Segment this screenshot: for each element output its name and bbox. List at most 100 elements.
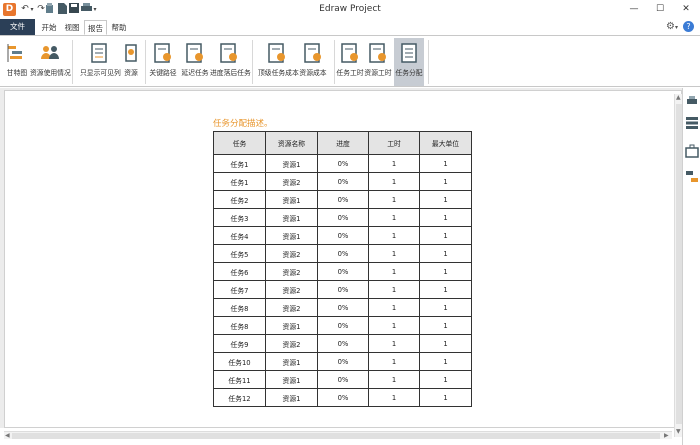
critical-path-icon [154, 43, 171, 63]
cell-task: 任务8 [213, 298, 266, 317]
table-row: 任务11 资源1 0% 1 1 [213, 370, 472, 389]
tab-help[interactable]: 帮助 [108, 20, 130, 35]
cell-max-units: 1 [419, 190, 472, 209]
cell-max-units: 1 [419, 352, 472, 371]
cell-work: 1 [368, 208, 420, 227]
cell-progress: 0% [317, 334, 369, 353]
cell-task: 任务11 [213, 370, 266, 389]
cell-progress: 0% [317, 244, 369, 263]
cell-work: 1 [368, 190, 420, 209]
cell-resource-name: 资源1 [265, 388, 318, 407]
save-icon[interactable] [68, 3, 80, 16]
cell-resource-name: 资源2 [265, 172, 318, 191]
table-row: 任务4 资源1 0% 1 1 [213, 226, 472, 245]
resource-button[interactable]: 资源 [120, 38, 142, 86]
cell-task: 任务12 [213, 388, 266, 407]
resource-hours-icon [369, 43, 386, 63]
scroll-right-icon[interactable]: ▶ [664, 432, 669, 440]
cell-work: 1 [368, 298, 420, 317]
title-bar: D ↶ ▾ ↷ ▾ Edraw Project — ☐ ✕ [0, 0, 700, 19]
settings-gear-icon[interactable]: ⚙▾ [666, 21, 678, 32]
top-task-cost-button[interactable]: 顶级任务成本 [258, 38, 299, 86]
table-row: 任务1 资源2 0% 1 1 [213, 172, 472, 191]
print-icon[interactable] [685, 94, 699, 108]
cell-task: 任务9 [213, 334, 266, 353]
task-hours-button[interactable]: 任务工时 [336, 38, 364, 86]
cell-progress: 0% [317, 190, 369, 209]
table-row: 任务6 资源2 0% 1 1 [213, 262, 472, 281]
resource-hours-button[interactable]: 资源工时 [364, 38, 392, 86]
ribbon-toolbar: 甘特图 资源使用情况 只显示可见列 资源 关键路径 延迟任务 进度落后任务 顶级… [0, 35, 700, 87]
table-row: 任务3 资源1 0% 1 1 [213, 208, 472, 227]
table-row: 任务7 资源2 0% 1 1 [213, 280, 472, 299]
column-header-progress: 进度 [317, 131, 369, 155]
tab-view[interactable]: 视图 [61, 20, 83, 35]
resource-usage-button[interactable]: 资源使用情况 [30, 38, 71, 86]
task-assignment-table: 任务 资源名称 进度 工时 最大单位 任务1 资源1 0% 1 1 任务1 资源2 0% 1 1 任… [213, 131, 472, 407]
resource-cost-button[interactable]: 资源成本 [299, 38, 327, 86]
cell-max-units: 1 [419, 370, 472, 389]
behind-schedule-icon [220, 43, 237, 63]
cell-resource-name: 资源1 [265, 352, 318, 371]
show-visible-columns-button[interactable]: 只显示可见列 [80, 38, 121, 86]
gantt-chart-button[interactable]: 甘特图 [4, 38, 30, 86]
scroll-down-icon[interactable]: ▼ [676, 428, 681, 436]
cell-progress: 0% [317, 226, 369, 245]
table-row: 任务8 资源1 0% 1 1 [213, 316, 472, 335]
tab-report[interactable]: 报告 [84, 20, 107, 35]
cell-work: 1 [368, 316, 420, 335]
minimize-button[interactable]: — [621, 1, 647, 17]
delayed-task-icon [186, 43, 203, 63]
customize-dropdown-icon[interactable]: ▾ [91, 3, 99, 16]
resource-usage-label: 资源使用情况 [30, 69, 71, 77]
cell-resource-name: 资源1 [265, 208, 318, 227]
ribbon-separator [428, 40, 429, 84]
cell-max-units: 1 [419, 334, 472, 353]
help-icon[interactable]: ? [683, 21, 694, 32]
column-header-max-units: 最大单位 [419, 131, 472, 155]
cell-max-units: 1 [419, 298, 472, 317]
table-row: 任务12 资源1 0% 1 1 [213, 388, 472, 407]
cell-work: 1 [368, 244, 420, 263]
cell-resource-name: 资源2 [265, 280, 318, 299]
scroll-up-icon[interactable]: ▲ [676, 94, 681, 102]
resource-cost-icon [304, 43, 321, 63]
new-icon[interactable] [56, 3, 68, 16]
cell-task: 任务10 [213, 352, 266, 371]
scroll-left-icon[interactable]: ◀ [5, 432, 10, 440]
behind-schedule-label: 进度落后任务 [210, 69, 251, 77]
ribbon-separator [252, 40, 253, 84]
vertical-scrollbar[interactable]: ▲ ▼ [674, 94, 682, 437]
tab-home[interactable]: 开始 [38, 20, 60, 35]
task-panel-icon[interactable] [685, 170, 699, 184]
table-header-row: 任务 资源名称 进度 工时 最大单位 [213, 131, 472, 155]
list-panel-icon[interactable] [685, 116, 699, 130]
behind-schedule-button[interactable]: 进度落后任务 [210, 38, 251, 86]
cell-max-units: 1 [419, 208, 472, 227]
cell-work: 1 [368, 262, 420, 281]
table-row: 任务1 资源1 0% 1 1 [213, 154, 472, 173]
delayed-task-button[interactable]: 延迟任务 [181, 38, 209, 86]
report-title: 任务分配描述。 [213, 119, 273, 129]
cell-work: 1 [368, 334, 420, 353]
cell-progress: 0% [317, 370, 369, 389]
horizontal-scroll-thumb[interactable] [12, 433, 660, 439]
cell-max-units: 1 [419, 280, 472, 299]
delayed-task-label: 延迟任务 [181, 69, 209, 77]
cut-icon[interactable] [44, 3, 56, 16]
critical-path-button[interactable]: 关键路径 [149, 38, 177, 86]
ribbon-separator [145, 40, 146, 84]
maximize-button[interactable]: ☐ [647, 1, 673, 17]
column-header-resource-name: 资源名称 [265, 131, 318, 155]
cell-progress: 0% [317, 316, 369, 335]
horizontal-scrollbar[interactable]: ◀ ▶ [4, 431, 672, 439]
bag-icon[interactable] [685, 144, 699, 158]
cell-max-units: 1 [419, 244, 472, 263]
close-button[interactable]: ✕ [673, 1, 699, 17]
task-assignment-button[interactable]: 任务分配 [394, 38, 424, 86]
tab-file[interactable]: 文件 [0, 19, 35, 35]
right-side-panel [682, 88, 700, 445]
cell-max-units: 1 [419, 226, 472, 245]
table-row: 任务8 资源2 0% 1 1 [213, 298, 472, 317]
table-row: 任务2 资源1 0% 1 1 [213, 190, 472, 209]
